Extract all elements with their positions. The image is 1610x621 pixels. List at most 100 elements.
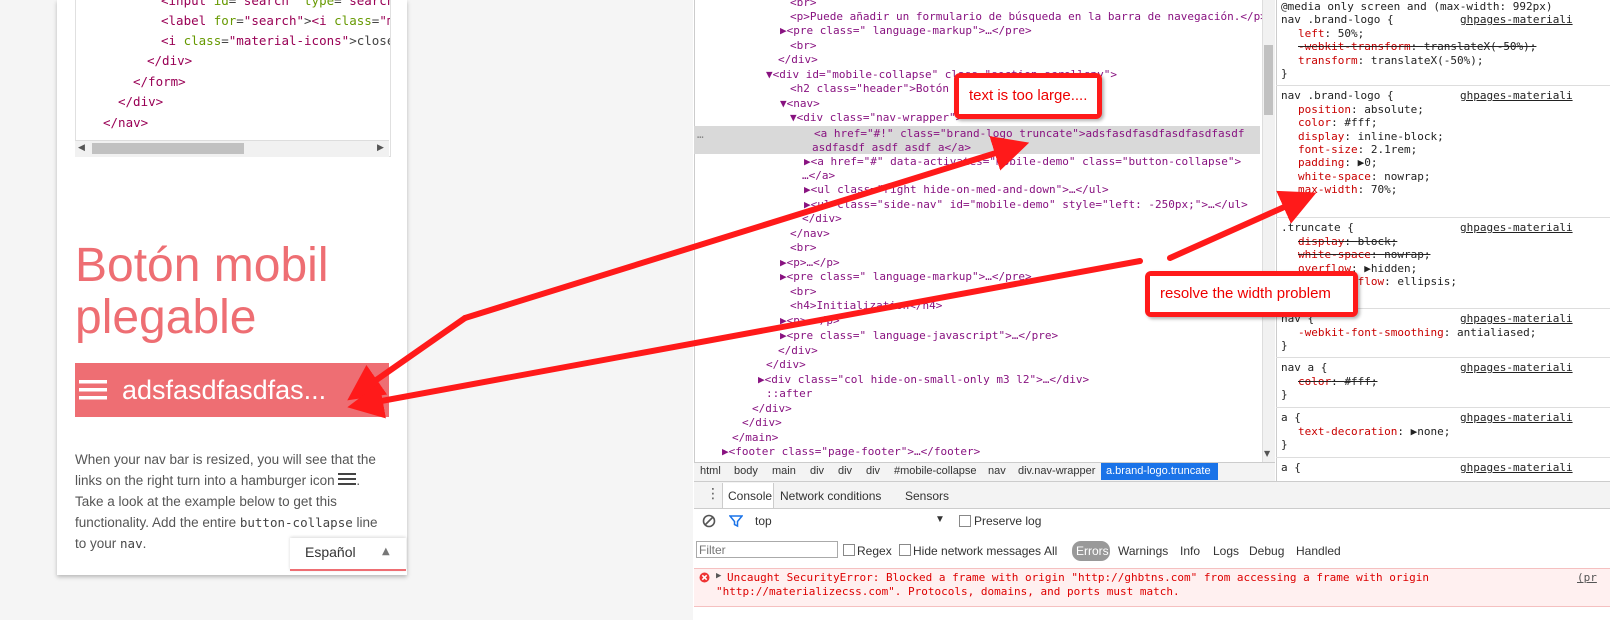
breadcrumb-item[interactable]: div [838,465,852,477]
brand-logo-link[interactable]: adsfasdfasdfas... [122,376,326,404]
dom-node-line[interactable]: ▶<pre class=" language-javascript">…</pr… [780,329,1058,343]
dom-node-line[interactable]: </div> [778,53,818,67]
scroll-down-arrow-icon[interactable]: ▼ [1264,449,1270,458]
preserve-log-checkbox[interactable] [959,515,971,527]
dom-node-line[interactable]: ▶<footer class="page-footer">…</footer> [722,445,980,459]
style-property[interactable]: text-decoration: ▶none; [1298,425,1450,438]
style-source-link[interactable]: ghpages-materiali [1460,411,1573,424]
dom-node-line[interactable]: ▶<div class="col hide-on-small-only m3 l… [758,373,1089,387]
dom-node-line[interactable]: <br> [790,39,817,53]
level-warnings[interactable]: Warnings [1118,544,1168,558]
style-property[interactable]: -webkit-font-smoothing: antialiased; [1298,326,1536,339]
dom-node-line[interactable]: <h4>Initialization</h4> [790,299,942,313]
style-source-link[interactable]: ghpages-materiali [1460,461,1573,474]
dom-node-line[interactable]: </div> [766,358,806,372]
style-property-separator: : [1397,425,1411,438]
style-rule-selector[interactable]: nav .brand-logo { [1281,89,1394,102]
style-property[interactable]: left: 50%; [1298,27,1364,40]
dom-node-line[interactable]: <br> [790,0,817,10]
dom-node-line[interactable]: asdfasdf asdf asdf a</a> [812,141,971,155]
breadcrumb-item[interactable]: #mobile-collapse [894,465,977,477]
style-property[interactable]: padding: ▶0; [1298,156,1377,169]
hide-network-checkbox[interactable] [899,544,911,556]
dom-node-line[interactable]: <a href="#!" class="brand-logo truncate"… [814,127,1244,141]
style-source-link[interactable]: ghpages-materiali [1460,361,1573,374]
elements-scrollbar-thumb[interactable] [1264,45,1273,115]
dom-node-line[interactable]: </div> [742,416,782,430]
style-rule-selector[interactable]: a { [1281,411,1301,424]
expand-error-icon[interactable]: ▶ [716,571,721,581]
dom-node-line[interactable]: ▶<p>…</p> [780,256,840,270]
level-debug[interactable]: Debug [1249,544,1284,558]
style-source-link[interactable]: ghpages-materiali [1460,312,1573,325]
style-source-link[interactable]: ghpages-materiali [1460,89,1573,102]
clear-console-icon[interactable] [702,514,716,528]
console-filter-input[interactable] [696,541,838,558]
level-all[interactable]: All [1044,544,1057,558]
style-property[interactable]: display: block; [1298,235,1397,248]
scroll-left-arrow-icon[interactable]: ◀ [78,143,85,153]
caret-up-icon[interactable]: ▲ [382,546,390,557]
dom-node-line[interactable]: </nav> [790,227,830,241]
dom-node-line[interactable]: ▼<nav> [780,97,820,111]
level-info[interactable]: Info [1180,544,1200,558]
dom-node-line[interactable]: ▶<ul class="side-nav" id="mobile-demo" s… [804,198,1248,212]
style-property[interactable]: color: #fff; [1298,375,1378,388]
style-source-link[interactable]: ghpages-materiali [1460,13,1573,26]
dom-node-line[interactable]: </main> [732,431,778,445]
breadcrumb-item[interactable]: nav [988,465,1006,477]
dom-node-line[interactable]: ▶<ul class="right hide-on-med-and-down">… [804,183,1109,197]
drawer-menu-icon[interactable]: ⋮ [706,486,720,502]
dom-node-line[interactable]: </div> [778,344,818,358]
dom-node-line[interactable]: <p>Puede añadir un formulario de búsqued… [790,10,1267,24]
hamburger-menu-icon[interactable] [79,376,109,404]
style-property[interactable]: white-space: nowrap; [1298,248,1430,261]
dom-node-line[interactable]: ▼<div class="nav-wrapper"> [790,111,962,125]
dom-node-line[interactable]: <br> [790,285,817,299]
style-property[interactable]: font-size: 2.1rem; [1298,143,1417,156]
dom-node-line[interactable]: </div> [752,402,792,416]
breadcrumb-item[interactable]: div.nav-wrapper [1018,465,1095,477]
scroll-right-arrow-icon[interactable]: ▶ [377,143,384,153]
dom-node-line[interactable]: ▶<pre class=" language-markup">…</pre> [780,270,1032,284]
level-logs[interactable]: Logs [1213,544,1239,558]
level-handled[interactable]: Handled [1296,544,1341,558]
dom-node-line[interactable]: <br> [790,241,817,255]
breadcrumb-item[interactable]: div [810,465,824,477]
dom-node-line[interactable]: </div> [802,212,842,226]
tab-console[interactable]: Console [728,489,772,503]
error-source-link[interactable]: (pr [1577,571,1597,584]
style-property[interactable]: position: absolute; [1298,103,1424,116]
style-property[interactable]: color: #fff; [1298,116,1378,129]
breadcrumb-item[interactable]: body [734,465,758,477]
dom-node-line[interactable]: ▶<p>…</p> [780,314,840,328]
style-rule-selector[interactable]: nav .brand-logo { [1281,13,1394,26]
style-rule-selector[interactable]: a { [1281,461,1301,474]
filter-icon[interactable] [729,514,743,528]
breadcrumb-item[interactable]: a.brand-logo.truncate [1106,465,1211,477]
breadcrumb-item[interactable]: html [700,465,721,477]
dom-node-line[interactable]: ▶<a href="#" data-activates="mobile-demo… [804,155,1241,169]
dom-node-line[interactable]: …</a> [802,169,835,183]
dom-node-line[interactable]: ::after [766,387,812,401]
level-errors[interactable]: Errors [1076,544,1109,558]
context-selector[interactable]: top [755,514,772,528]
dom-node-line[interactable]: ▶<pre class=" language-markup">…</pre> [780,24,1032,38]
tab-network-conditions[interactable]: Network conditions [780,489,881,503]
code-scrollbar-thumb[interactable] [92,143,244,154]
context-dropdown-icon[interactable]: ▼ [935,514,945,525]
style-property[interactable]: transform: translateX(-50%); [1298,54,1483,67]
language-selector-label[interactable]: Español [305,544,356,560]
style-rule-selector[interactable]: .truncate { [1281,221,1354,234]
node-ellipsis-icon[interactable]: … [697,128,704,142]
style-property[interactable]: white-space: nowrap; [1298,170,1430,183]
style-rule-selector[interactable]: nav a { [1281,361,1327,374]
style-property[interactable]: -webkit-transform: translateX(-50%); [1298,40,1536,53]
style-property[interactable]: max-width: 70%; [1298,183,1397,196]
breadcrumb-item[interactable]: div [866,465,880,477]
style-property[interactable]: display: inline-block; [1298,130,1444,143]
breadcrumb-item[interactable]: main [772,465,796,477]
style-source-link[interactable]: ghpages-materiali [1460,221,1573,234]
tab-sensors[interactable]: Sensors [905,489,949,503]
regex-checkbox[interactable] [843,544,855,556]
